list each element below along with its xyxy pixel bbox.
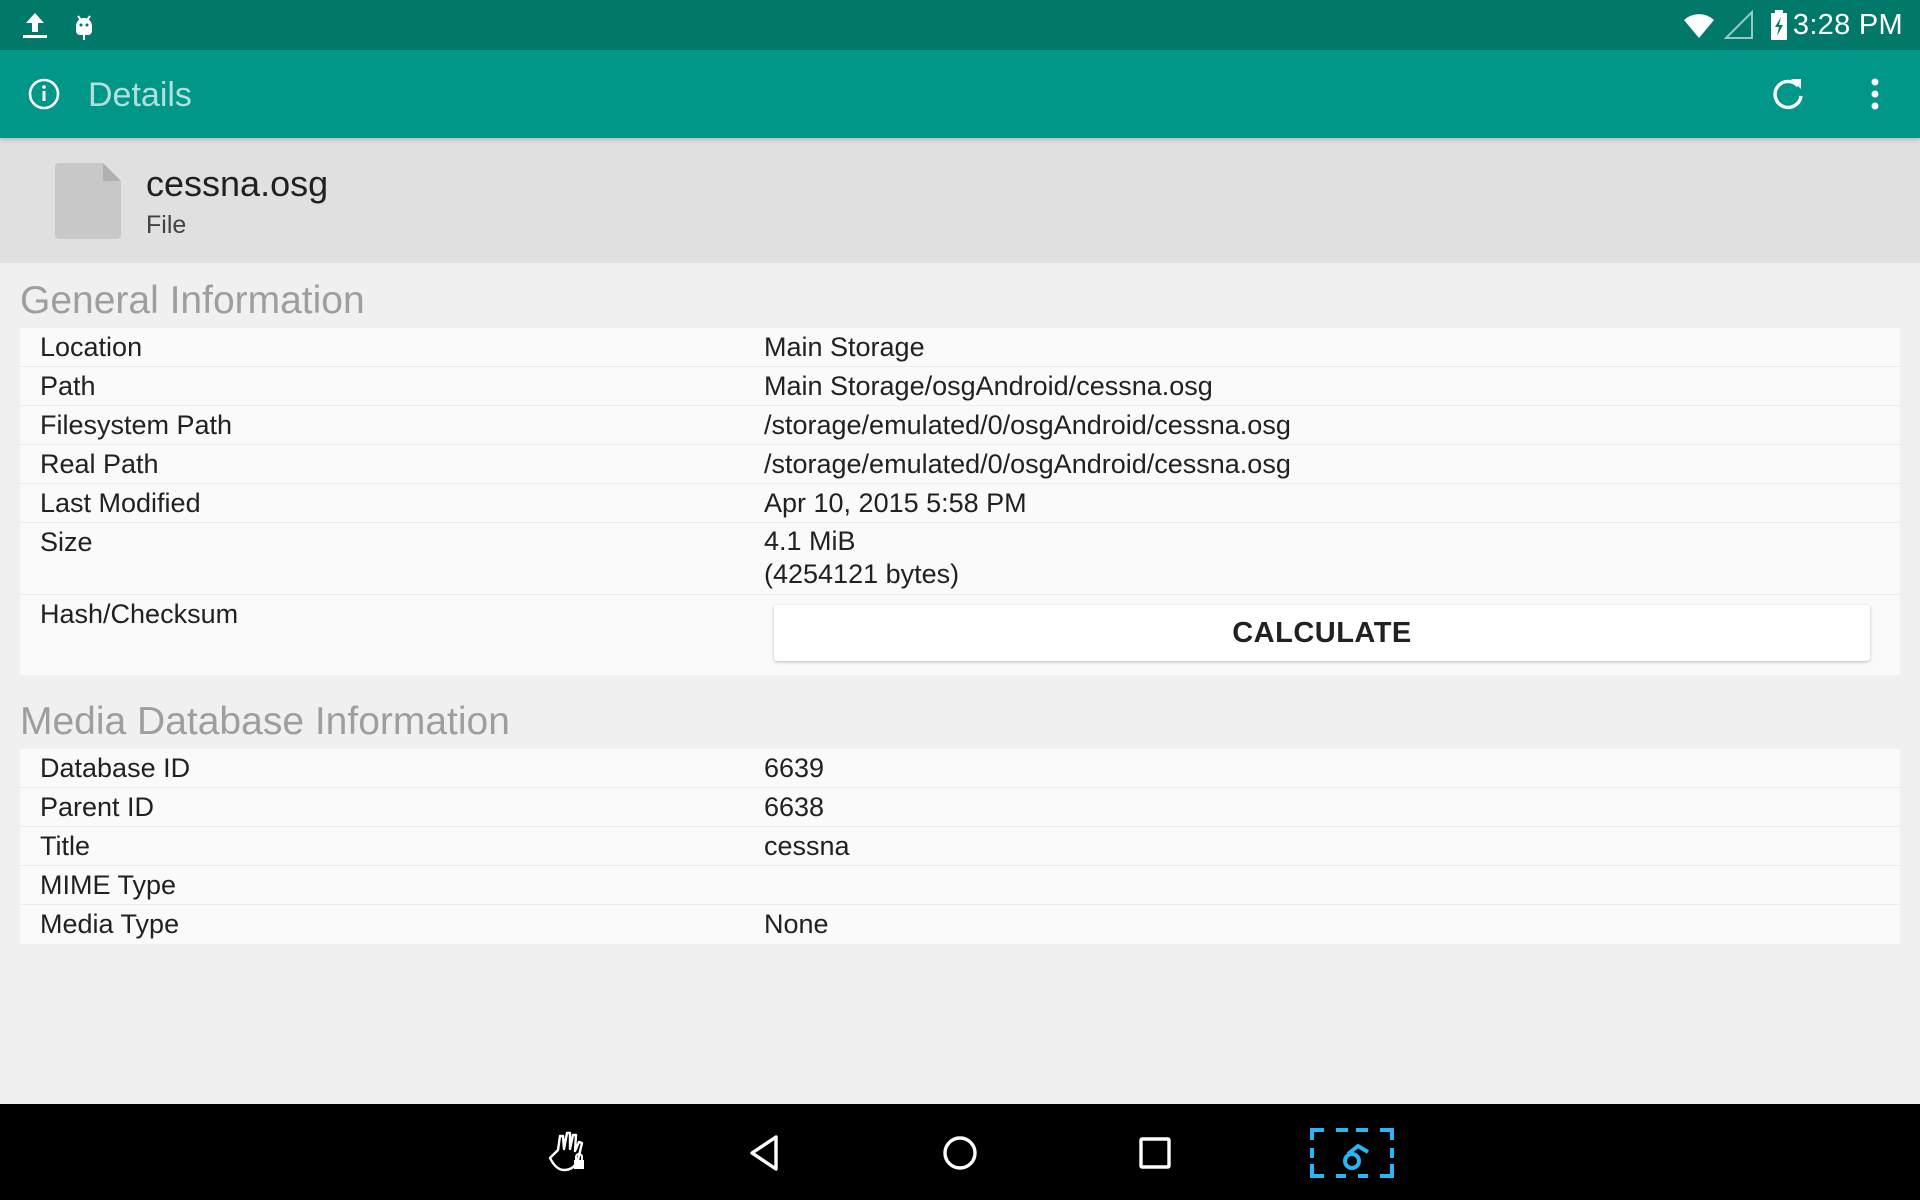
upload-icon [18, 8, 52, 42]
table-row: Title cessna [20, 827, 1900, 866]
row-value: Main Storage/osgAndroid/cessna.osg [764, 371, 1213, 401]
android-debug-icon [67, 8, 101, 42]
back-icon[interactable] [736, 1124, 794, 1182]
info-icon[interactable] [19, 69, 69, 119]
table-row: Media Type None [20, 905, 1900, 944]
row-label: Parent ID [40, 792, 155, 822]
row-value: Main Storage [764, 332, 925, 362]
table-row: Size 4.1 MiB (4254121 bytes) [20, 523, 1900, 595]
row-value: 4.1 MiB (4254121 bytes) [764, 526, 960, 589]
row-value: 6638 [764, 792, 825, 822]
row-value: cessna [764, 831, 850, 861]
general-info-table: Location Main Storage Path Main Storage/… [20, 328, 1900, 675]
media-db-table: Database ID 6639 Parent ID 6638 Title ce… [20, 749, 1900, 944]
file-type: File [146, 211, 187, 239]
recents-icon[interactable] [1126, 1124, 1184, 1182]
toolbar-title: Details [88, 76, 192, 114]
status-time: 3:28 PM [1792, 9, 1903, 41]
file-name: cessna.osg [146, 163, 329, 204]
table-row: Hash/Checksum CALCULATE [20, 595, 1900, 675]
table-row: MIME Type [20, 866, 1900, 905]
row-value: Apr 10, 2015 5:58 PM [764, 488, 1027, 518]
row-label: Location [40, 332, 143, 362]
row-label: Database ID [40, 753, 191, 783]
table-row: Filesystem Path /storage/emulated/0/osgA… [20, 406, 1900, 445]
row-label: MIME Type [40, 870, 177, 900]
table-row: Real Path /storage/emulated/0/osgAndroid… [20, 445, 1900, 484]
status-bar: 3:28 PM [0, 0, 1920, 50]
row-label: Title [40, 831, 91, 861]
table-row: Location Main Storage [20, 328, 1900, 367]
media-db-heading: Media Database Information [20, 700, 510, 743]
screenshot-capture-icon[interactable] [1308, 1124, 1396, 1182]
home-icon[interactable] [931, 1124, 989, 1182]
row-label: Path [40, 371, 96, 401]
table-row: Parent ID 6638 [20, 788, 1900, 827]
system-nav-bar [0, 1104, 1920, 1200]
battery-charging-icon [1762, 8, 1796, 42]
row-label: Last Modified [40, 488, 201, 518]
app-toolbar: Details [0, 50, 1920, 138]
table-row: Last Modified Apr 10, 2015 5:58 PM [20, 484, 1900, 523]
refresh-icon[interactable] [1763, 69, 1813, 119]
row-label: Media Type [40, 909, 180, 939]
row-label: Real Path [40, 449, 159, 479]
row-label: Size [40, 527, 93, 557]
calculate-button[interactable]: CALCULATE [774, 605, 1870, 661]
general-info-heading: General Information [20, 279, 365, 322]
row-value: /storage/emulated/0/osgAndroid/cessna.os… [764, 410, 1291, 440]
wifi-icon [1682, 8, 1716, 42]
row-value: 6639 [764, 753, 825, 783]
file-icon [55, 163, 121, 239]
row-value: /storage/emulated/0/osgAndroid/cessna.os… [764, 449, 1291, 479]
table-row: Path Main Storage/osgAndroid/cessna.osg [20, 367, 1900, 406]
cell-signal-icon [1722, 8, 1756, 42]
row-label: Hash/Checksum [40, 599, 239, 629]
file-header: cessna.osg File [0, 138, 1920, 263]
row-value: None [764, 909, 829, 939]
row-label: Filesystem Path [40, 410, 233, 440]
table-row: Database ID 6639 [20, 749, 1900, 788]
gesture-lock-icon[interactable] [540, 1124, 598, 1182]
overflow-menu-icon[interactable] [1850, 69, 1900, 119]
